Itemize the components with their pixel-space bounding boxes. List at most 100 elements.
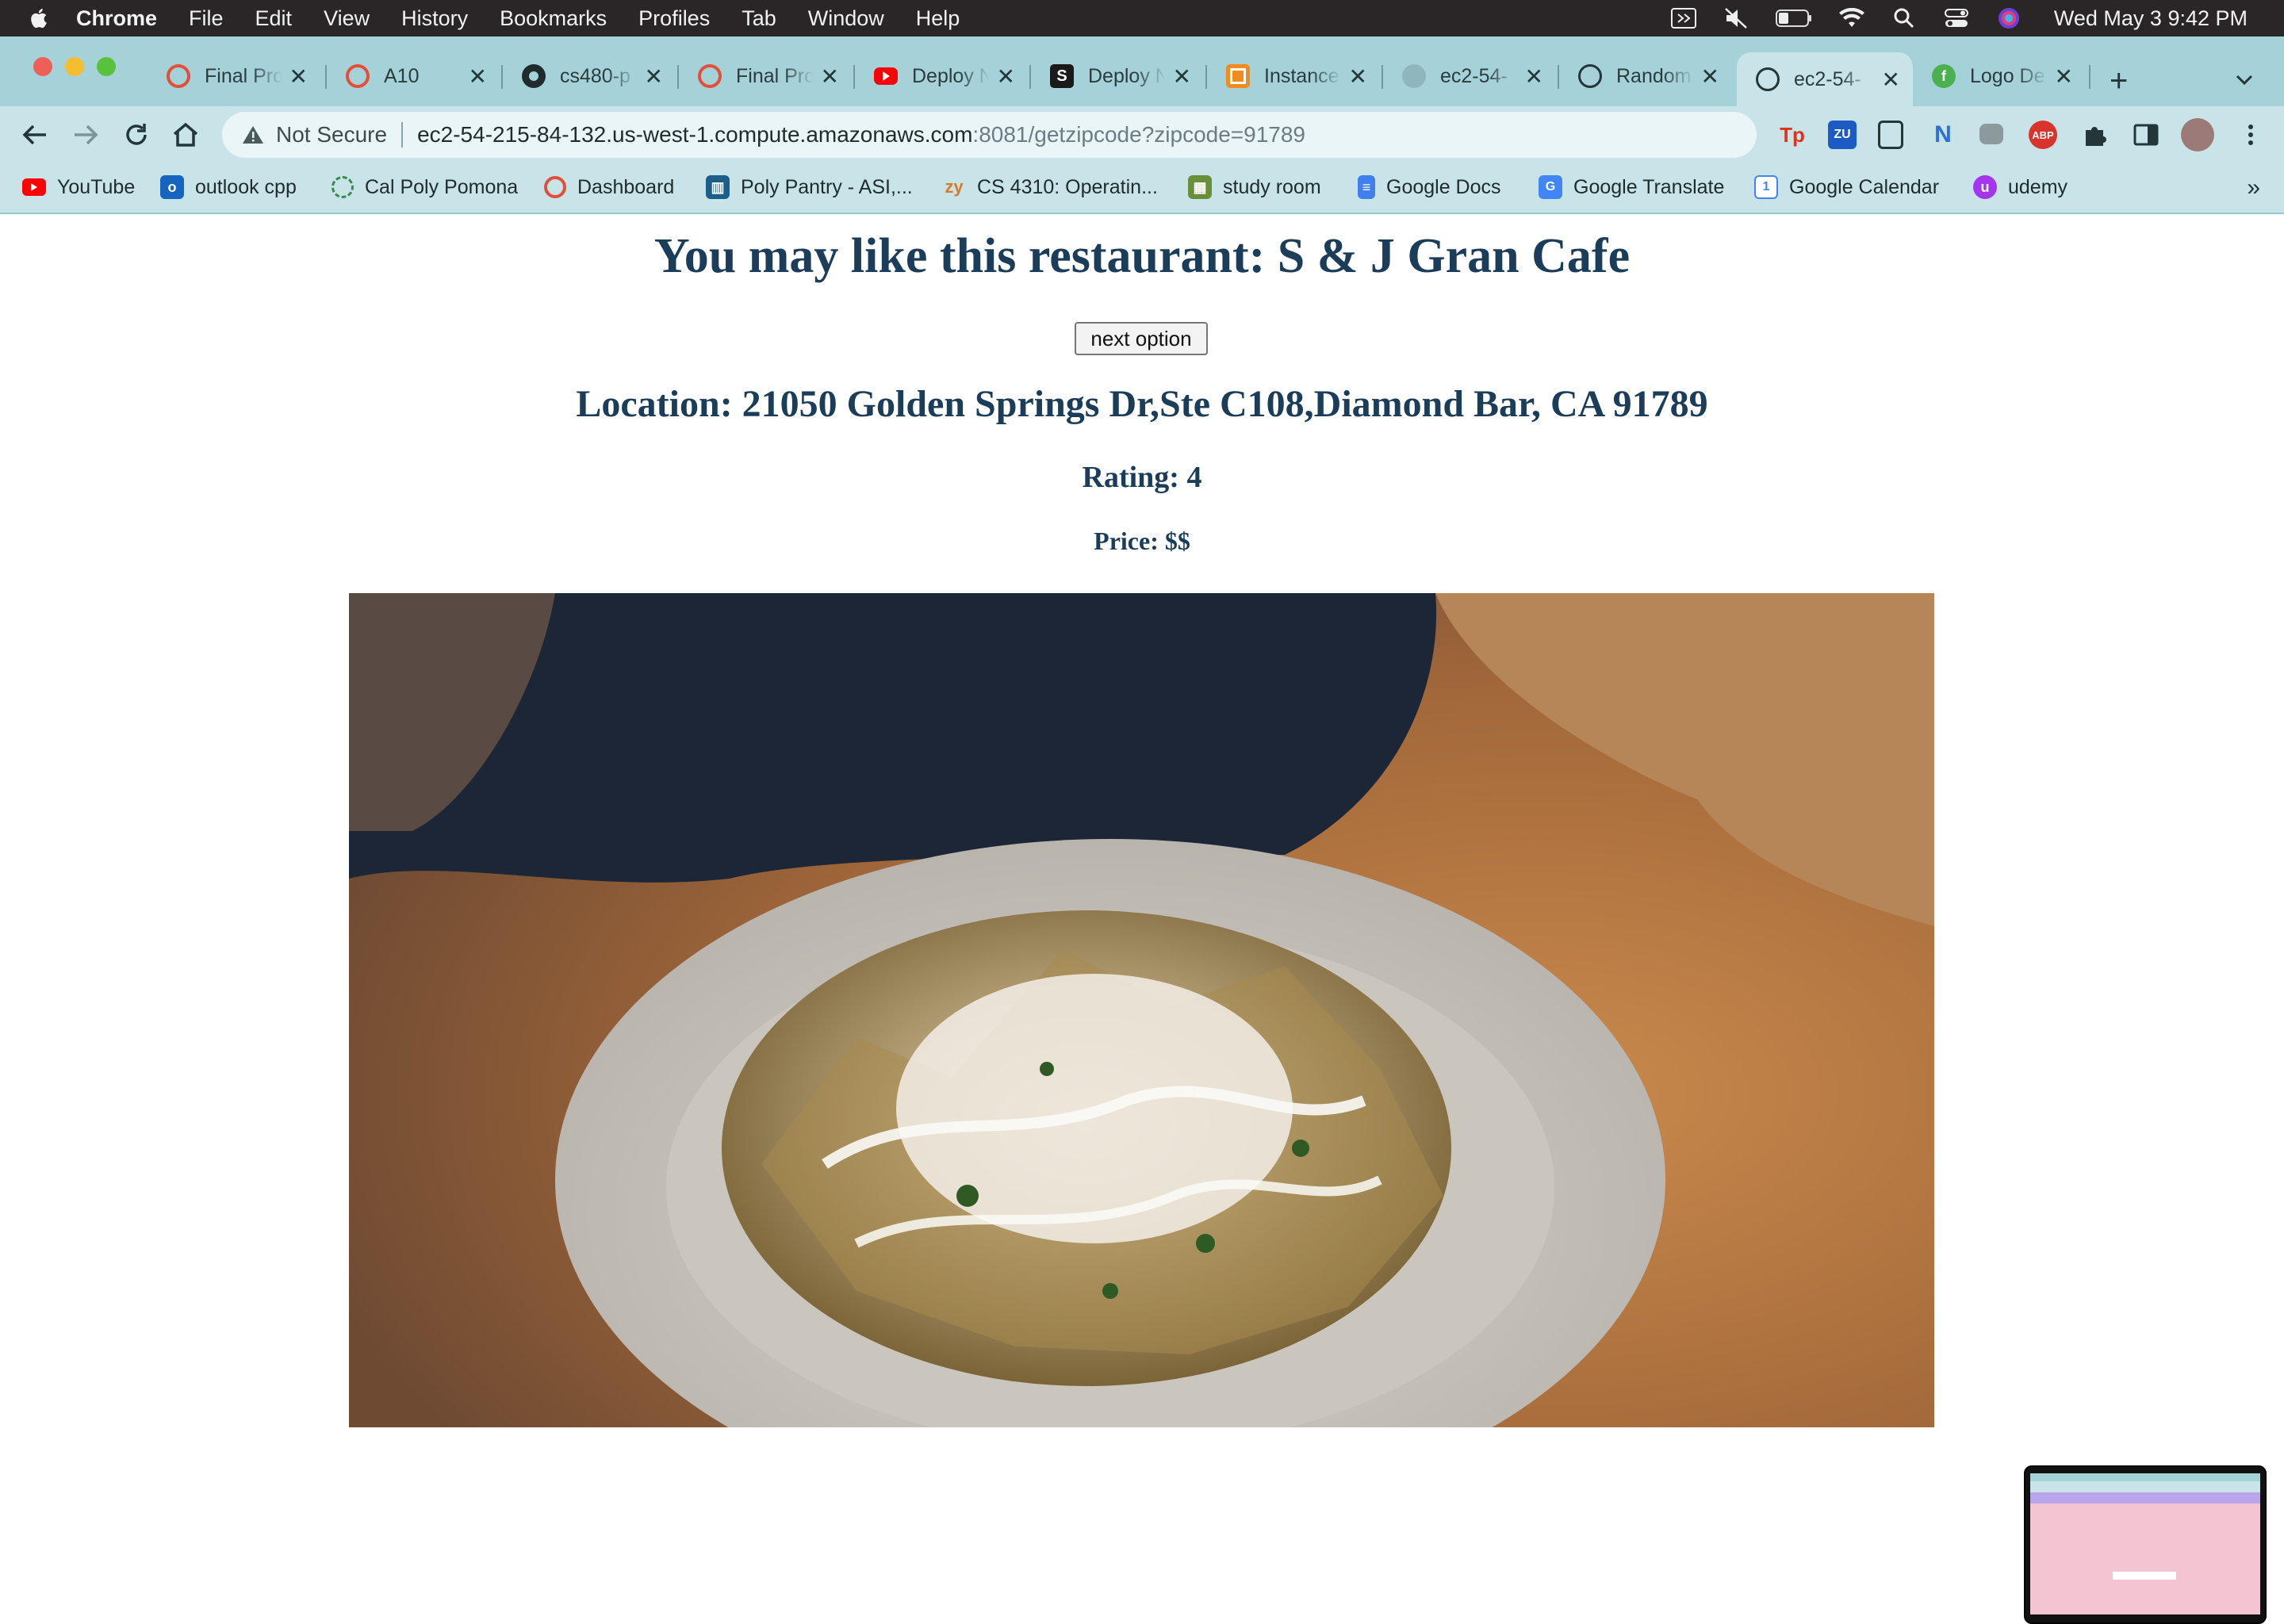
tab-close-icon[interactable]: ✕ (1349, 63, 1367, 90)
home-icon[interactable] (170, 119, 201, 151)
tab-logo-design[interactable]: f Logo De ✕ (1913, 57, 2086, 95)
bookmark-udemy[interactable]: u udemy (1973, 173, 2067, 201)
menu-bookmarks[interactable]: Bookmarks (500, 6, 607, 31)
s-icon: S (1050, 64, 1074, 88)
address-bar[interactable]: Not Secure ec2-54-215-84-132.us-west-1.c… (222, 112, 1757, 158)
bookmark-cal-poly-pomona[interactable]: Cal Poly Pomona (331, 173, 518, 201)
spotlight-search-icon[interactable] (1891, 6, 1918, 30)
tab-title: ec2-54- (1440, 64, 1508, 87)
tab-close-icon[interactable]: ✕ (1882, 67, 1900, 93)
tab-instance[interactable]: Instance ✕ (1207, 57, 1380, 95)
tab-final-project-2[interactable]: Final Pro ✕ (679, 57, 852, 95)
menu-tab[interactable]: Tab (742, 6, 776, 31)
bookmark-label: Google Translate (1573, 175, 1725, 198)
tab-close-icon[interactable]: ✕ (1173, 63, 1191, 90)
picture-in-picture-thumbnail[interactable] (2024, 1465, 2267, 1624)
tab-close-icon[interactable]: ✕ (821, 63, 839, 90)
bookmark-youtube[interactable]: YouTube (22, 173, 135, 201)
new-tab-plus-icon[interactable]: + (2110, 65, 2128, 97)
tp-extension-icon[interactable]: Tp (1778, 121, 1807, 149)
menu-history[interactable]: History (401, 6, 468, 31)
bookmark-label: udemy (2008, 175, 2068, 198)
minimize-window-button[interactable] (65, 57, 84, 76)
menu-window[interactable]: Window (808, 6, 884, 31)
menu-file[interactable]: File (189, 6, 224, 31)
tab-ec2-loading[interactable]: ec2-54- ✕ (1383, 57, 1556, 95)
zu-extension-icon[interactable]: ZU (1828, 121, 1857, 149)
tab-close-icon[interactable]: ✕ (469, 63, 487, 90)
udemy-icon: u (1973, 175, 1997, 199)
bookmark-dashboard[interactable]: Dashboard (544, 173, 674, 201)
menu-edit[interactable]: Edit (255, 6, 293, 31)
price-text: Price: $$ (1094, 527, 1190, 555)
tab-close-icon[interactable]: ✕ (1525, 63, 1543, 90)
logo-icon: f (1932, 64, 1956, 88)
puzzle-extensions-icon[interactable] (2081, 121, 2110, 149)
macos-menu-bar: Chrome File Edit View History Bookmarks … (0, 0, 2284, 36)
bookmark-google-docs[interactable]: ≡ Google Docs (1358, 173, 1501, 201)
tab-title: Final Pro (736, 64, 814, 87)
bookmark-study-room[interactable]: ▦ study room (1188, 173, 1321, 201)
close-window-button[interactable] (33, 57, 52, 76)
page-content: You may like this restaurant: S & J Gran… (0, 214, 2284, 1624)
tab-close-icon[interactable]: ✕ (2055, 63, 2073, 90)
kebab-menu-icon[interactable] (2236, 121, 2265, 149)
tab-ec2-active[interactable]: ec2-54- ✕ (1737, 52, 1913, 106)
room-icon: ▦ (1188, 175, 1212, 199)
adblock-extension-icon[interactable]: ABP (2029, 121, 2057, 149)
menu-help[interactable]: Help (916, 6, 960, 31)
url-path[interactable]: :8081/getzipcode?zipcode=91789 (972, 122, 1305, 147)
outlook-icon: o (160, 175, 184, 199)
siri-icon[interactable] (1995, 6, 2022, 30)
menu-app-name[interactable]: Chrome (76, 6, 157, 31)
canvas-icon (167, 64, 190, 88)
tab-title: ec2-54- (1794, 67, 1861, 90)
tab-close-icon[interactable]: ✕ (645, 63, 663, 90)
back-arrow-icon[interactable] (19, 119, 51, 151)
profile-avatar[interactable] (2181, 118, 2214, 151)
next-option-button[interactable]: next option (1075, 322, 1208, 355)
tab-deploy-youtube[interactable]: Deploy N ✕ (855, 57, 1028, 95)
bookmark-cs4310[interactable]: zy CS 4310: Operatin... (942, 173, 1158, 201)
screen-mirror-icon[interactable] (1670, 6, 1697, 30)
maximize-window-button[interactable] (97, 57, 116, 76)
menu-view[interactable]: View (324, 6, 370, 31)
tab-deploy-s[interactable]: S Deploy N ✕ (1031, 57, 1204, 95)
control-center-icon[interactable] (1943, 6, 1970, 30)
reload-icon[interactable] (121, 119, 152, 151)
canvas-icon (346, 64, 370, 88)
bookmark-google-calendar[interactable]: 1 Google Calendar (1754, 173, 1939, 201)
tab-title: Logo De (1970, 64, 2045, 87)
menu-clock[interactable]: Wed May 3 9:42 PM (2054, 6, 2248, 31)
loading-icon (1402, 64, 1426, 88)
tab-close-icon[interactable]: ✕ (997, 63, 1015, 90)
bookmarks-overflow-icon[interactable]: » (2247, 174, 2260, 201)
tab-random[interactable]: Random ✕ (1559, 57, 1732, 95)
tab-close-icon[interactable]: ✕ (289, 63, 308, 90)
not-secure-label[interactable]: Not Secure (276, 122, 387, 147)
menu-profiles[interactable]: Profiles (638, 6, 710, 31)
calendar-icon: 1 (1754, 175, 1778, 199)
camera-extension-icon[interactable] (1979, 124, 2003, 144)
bookmark-poly-pantry[interactable]: ▥ Poly Pantry - ASI,... (706, 173, 913, 201)
tab-close-icon[interactable]: ✕ (1701, 63, 1719, 90)
tab-title: Deploy N (912, 64, 990, 87)
bookmark-outlook[interactable]: o outlook cpp (160, 173, 297, 201)
side-panel-icon[interactable] (2132, 121, 2160, 149)
bookmark-google-translate[interactable]: G Google Translate (1539, 173, 1724, 201)
upload-extension-icon[interactable] (1878, 121, 1903, 149)
battery-icon[interactable] (1775, 6, 1813, 30)
tab-final-project-1[interactable]: Final Pro ✕ (148, 57, 320, 95)
forward-arrow-icon[interactable] (70, 119, 102, 151)
tab-title: cs480-p (560, 64, 630, 87)
url-host[interactable]: ec2-54-215-84-132.us-west-1.compute.amaz… (417, 122, 972, 147)
chevron-down-icon[interactable] (2235, 70, 2254, 89)
apple-logo-icon[interactable] (29, 7, 48, 29)
warning-triangle-icon[interactable] (241, 124, 265, 146)
n-extension-icon[interactable]: N (1929, 121, 1957, 149)
tab-cs480[interactable]: cs480-p ✕ (503, 57, 676, 95)
muted-speaker-icon[interactable] (1723, 6, 1749, 30)
tab-a10[interactable]: A10 ✕ (327, 57, 500, 95)
globe-icon (1578, 64, 1602, 88)
wifi-icon[interactable] (1838, 6, 1865, 30)
